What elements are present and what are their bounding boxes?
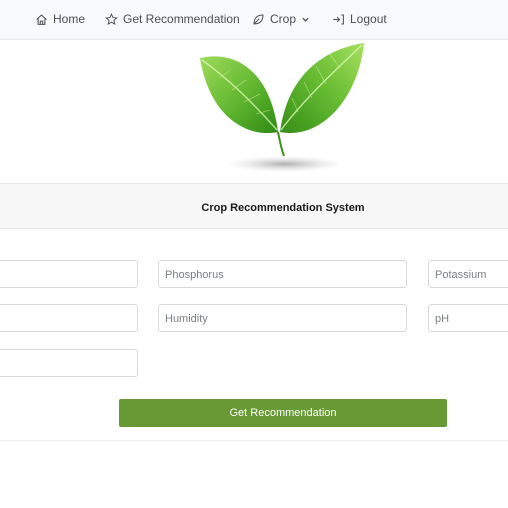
section-divider [0,440,508,441]
leaf-icon [253,14,264,24]
home-icon [36,13,47,25]
potassium-input[interactable]: Potassium [428,260,508,288]
navbar: Home Get Recommendation Crop Logout [0,0,508,40]
nav-recommendation-label: Get Recommendation [123,12,240,26]
title-bar: Crop Recommendation System [0,183,508,229]
chevron-down-icon [302,17,309,22]
nav-recommendation-link[interactable]: Get Recommendation [105,12,240,26]
nav-home-label: Home [53,12,86,26]
green-leaves-logo [200,43,364,172]
phosphorus-input[interactable]: Phosphorus [158,260,407,288]
logout-icon [333,14,344,24]
temperature-input[interactable] [0,304,138,332]
nav-logout-label: Logout [350,12,387,26]
nav-crop-dropdown[interactable]: Crop [252,12,310,26]
nav-crop-label: Crop [270,12,297,26]
get-recommendation-button[interactable]: Get Recommendation [119,399,447,427]
nav-logout-link[interactable]: Logout [332,12,387,26]
nitrogen-input[interactable] [0,260,138,288]
star-icon [105,12,118,25]
rainfall-input[interactable] [0,349,138,377]
ph-input[interactable]: pH [428,304,508,332]
humidity-input[interactable]: Humidity [158,304,407,332]
page-title: Crop Recommendation System [201,202,365,214]
nav-home-link[interactable]: Home [35,12,85,26]
logo-area [0,40,508,183]
